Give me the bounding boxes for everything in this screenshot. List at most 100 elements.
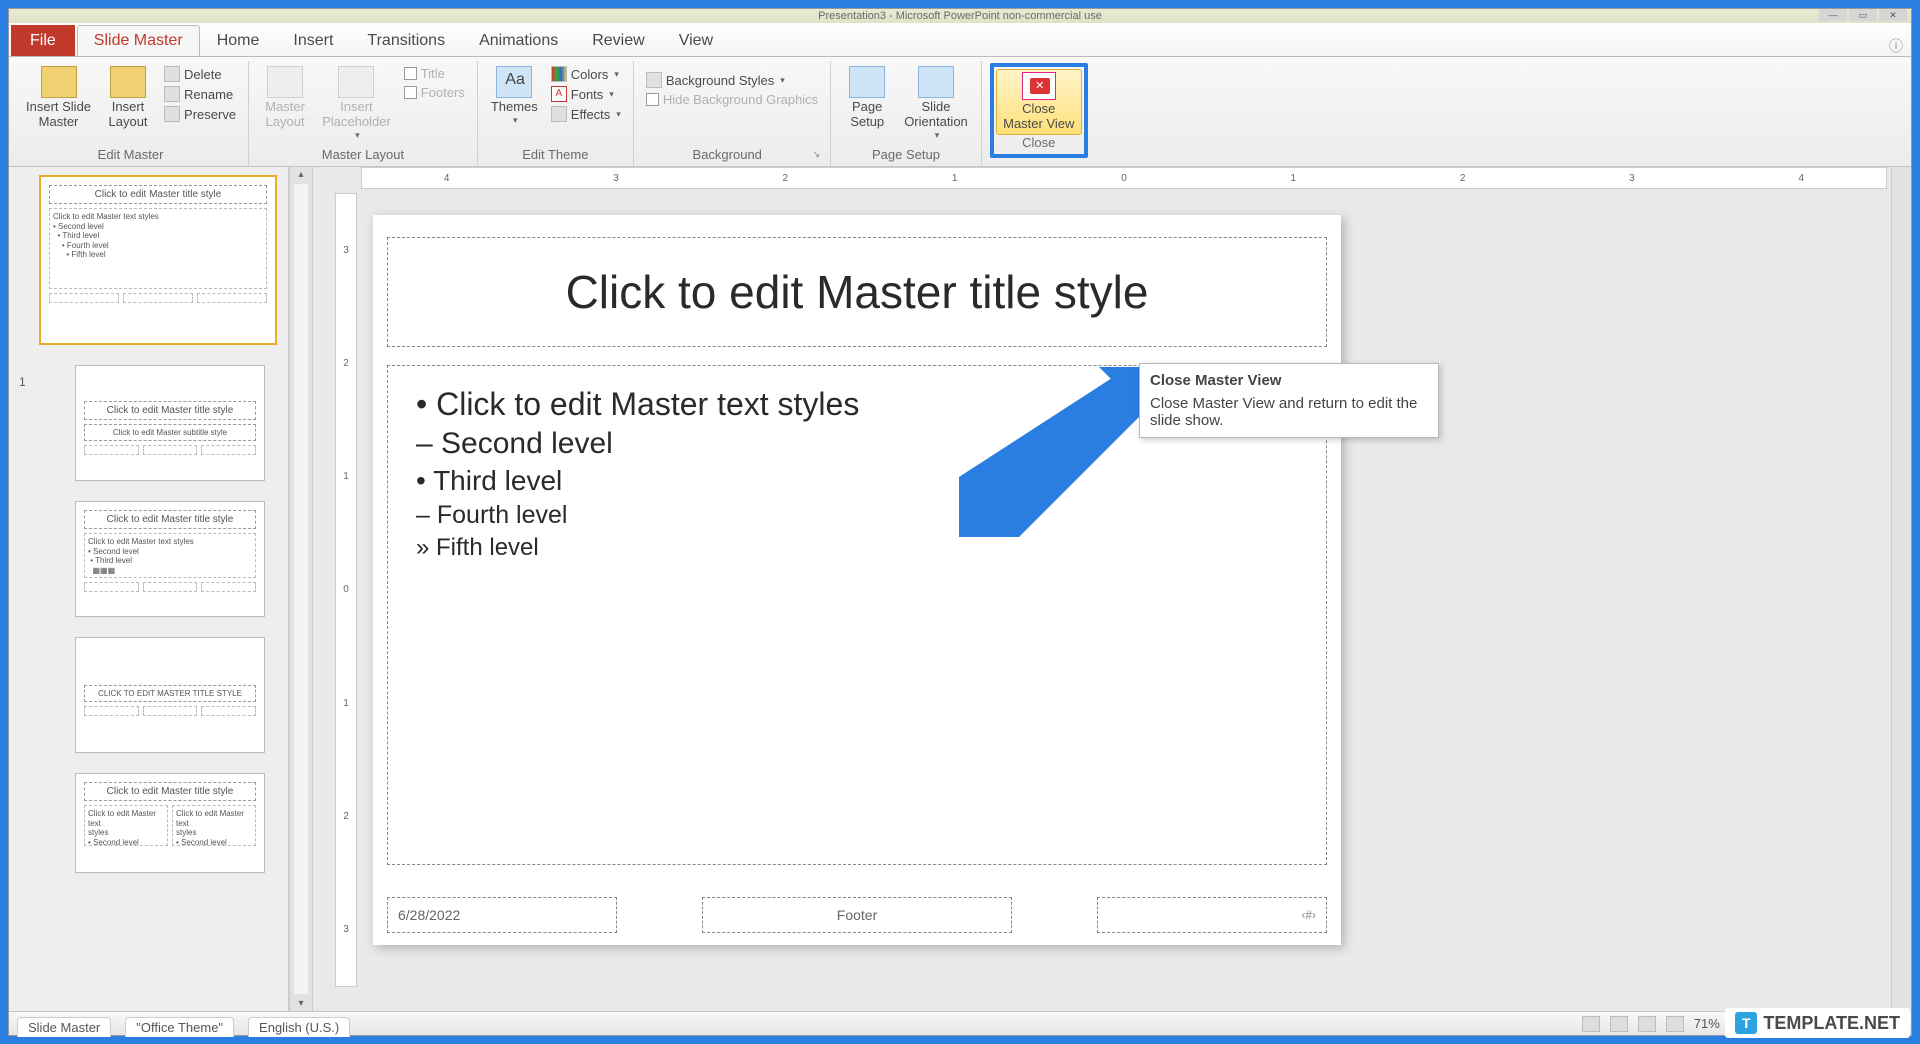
- hide-bg-label: Hide Background Graphics: [663, 92, 818, 107]
- thumb-layout-1-sub: Click to edit Master subtitle style: [84, 424, 256, 441]
- page-setup-button[interactable]: Page Setup: [839, 63, 895, 133]
- preserve-label: Preserve: [184, 107, 236, 122]
- insert-layout-label: Insert Layout: [109, 100, 148, 130]
- orientation-icon: [918, 66, 954, 98]
- ribbon: Insert Slide Master Insert Layout Delete…: [9, 57, 1911, 167]
- placeholder-icon: [338, 66, 374, 98]
- thumb-layout-2[interactable]: Click to edit Master title style Click t…: [75, 501, 265, 617]
- fonts-icon: A: [551, 86, 567, 102]
- tab-transitions[interactable]: Transitions: [350, 25, 462, 56]
- insert-placeholder-button: Insert Placeholder▾: [317, 63, 396, 143]
- reading-view-button[interactable]: [1638, 1016, 1656, 1032]
- title-checkbox: Title: [400, 65, 469, 82]
- themes-button[interactable]: Aa Themes▾: [486, 63, 543, 128]
- effects-icon: [551, 106, 567, 122]
- ruler-tick: 2: [1460, 173, 1466, 184]
- scroll-down-icon[interactable]: ▾: [296, 996, 305, 1011]
- group-close: Close Master View Close: [982, 61, 1096, 166]
- minimize-button[interactable]: —: [1819, 9, 1847, 21]
- colors-label: Colors: [571, 67, 609, 82]
- status-theme[interactable]: "Office Theme": [125, 1017, 234, 1037]
- thumb-layout-4-col1: Click to edit Master textstyles• Second …: [84, 805, 168, 846]
- sorter-view-button[interactable]: [1610, 1016, 1628, 1032]
- bullet-level-3: Third level: [416, 465, 1298, 497]
- background-styles-button[interactable]: Background Styles▾: [642, 71, 822, 89]
- powerpoint-window: Presentation3 - Microsoft PowerPoint non…: [8, 8, 1912, 1036]
- body-placeholder[interactable]: Click to edit Master text styles Second …: [387, 365, 1327, 865]
- tab-view[interactable]: View: [662, 25, 730, 56]
- group-label-page-setup: Page Setup: [839, 145, 973, 164]
- page-setup-label: Page Setup: [850, 100, 884, 130]
- watermark: T TEMPLATE.NET: [1725, 1008, 1910, 1038]
- close-master-view-button[interactable]: Close Master View: [996, 69, 1082, 135]
- thumb-master-body-text: Click to edit Master text styles: [53, 212, 159, 221]
- ruler-tick: 1: [1291, 173, 1297, 184]
- ruler-tick: 2: [343, 811, 349, 822]
- tab-home[interactable]: Home: [200, 25, 277, 56]
- thumbnail-scrollbar[interactable]: ▴ ▾: [289, 167, 313, 1011]
- maximize-button[interactable]: ▭: [1849, 9, 1877, 21]
- thumb-layout-4-col2: Click to edit Master textstyles• Second …: [172, 805, 256, 846]
- group-label-master-layout: Master Layout: [257, 145, 469, 164]
- horizontal-ruler[interactable]: 4 3 2 1 0 1 2 3 4: [361, 167, 1887, 189]
- title-placeholder[interactable]: Click to edit Master title style: [387, 237, 1327, 347]
- editor-scrollbar[interactable]: [1891, 167, 1911, 1011]
- ruler-tick: 1: [343, 698, 349, 709]
- footer-placeholder[interactable]: Footer: [702, 897, 1012, 933]
- rename-icon: [164, 86, 180, 102]
- status-language[interactable]: English (U.S.): [248, 1017, 350, 1037]
- slide-canvas[interactable]: Click to edit Master title style Click t…: [373, 215, 1341, 945]
- status-slide-master[interactable]: Slide Master: [17, 1017, 111, 1037]
- help-icon[interactable]: ⓘ: [1889, 36, 1903, 56]
- preserve-button[interactable]: Preserve: [160, 105, 240, 123]
- tab-animations[interactable]: Animations: [462, 25, 575, 56]
- titlebar: Presentation3 - Microsoft PowerPoint non…: [9, 9, 1911, 23]
- ruler-tick: 3: [343, 245, 349, 256]
- ruler-tick: 2: [783, 173, 789, 184]
- scroll-track[interactable]: [294, 184, 308, 994]
- delete-button[interactable]: Delete: [160, 65, 240, 83]
- insert-slide-master-button[interactable]: Insert Slide Master: [21, 63, 96, 133]
- slideshow-view-button[interactable]: [1666, 1016, 1684, 1032]
- bullet-level-4: Fourth level: [416, 501, 1298, 530]
- scroll-up-icon[interactable]: ▴: [296, 167, 305, 182]
- thumb-master[interactable]: Click to edit Master title style Click t…: [39, 175, 277, 345]
- thumb-layout-1[interactable]: Click to edit Master title style Click t…: [75, 365, 265, 481]
- close-master-view-label: Close Master View: [1003, 102, 1074, 132]
- close-window-button[interactable]: ✕: [1879, 9, 1907, 21]
- ruler-tick: 3: [343, 924, 349, 935]
- date-text: 6/28/2022: [398, 907, 460, 923]
- dialog-launcher-icon[interactable]: ↘: [813, 149, 823, 160]
- date-placeholder[interactable]: 6/28/2022: [387, 897, 617, 933]
- colors-button[interactable]: Colors▾: [547, 65, 625, 83]
- checkbox-icon: [404, 67, 417, 80]
- normal-view-button[interactable]: [1582, 1016, 1600, 1032]
- watermark-text: TEMPLATE.NET: [1763, 1013, 1900, 1034]
- tab-file[interactable]: File: [11, 25, 75, 56]
- close-highlight: Close Master View Close: [990, 63, 1088, 158]
- fonts-button[interactable]: AFonts▾: [547, 85, 625, 103]
- insert-layout-button[interactable]: Insert Layout: [100, 63, 156, 133]
- vertical-ruler[interactable]: 3 2 1 0 1 2 3: [335, 193, 357, 987]
- thumb-layout-4-title: Click to edit Master title style: [84, 782, 256, 801]
- thumb-layout-4[interactable]: Click to edit Master title style Click t…: [75, 773, 265, 873]
- slide-number-text: ‹#›: [1301, 908, 1316, 922]
- thumb-layout-2-body: Click to edit Master text styles• Second…: [84, 533, 256, 578]
- slide-number-placeholder[interactable]: ‹#›: [1097, 897, 1327, 933]
- slide-orientation-button[interactable]: Slide Orientation▾: [899, 63, 973, 143]
- ruler-tick: 1: [343, 471, 349, 482]
- thumb-master-title: Click to edit Master title style: [49, 185, 267, 204]
- rename-button[interactable]: Rename: [160, 85, 240, 103]
- tab-insert[interactable]: Insert: [276, 25, 350, 56]
- ruler-tick: 0: [1121, 173, 1127, 184]
- zoom-level[interactable]: 71%: [1694, 1016, 1720, 1031]
- tooltip-title: Close Master View: [1150, 372, 1428, 389]
- ribbon-tabs: File Slide Master Home Insert Transition…: [9, 23, 1911, 57]
- tab-review[interactable]: Review: [575, 25, 661, 56]
- thumb-layout-2-footers: [84, 582, 256, 592]
- effects-button[interactable]: Effects▾: [547, 105, 625, 123]
- thumb-layout-3[interactable]: CLICK TO EDIT MASTER TITLE STYLE: [75, 637, 265, 753]
- thumbnail-pane[interactable]: Click to edit Master title style Click t…: [9, 167, 289, 1011]
- group-label-background: Background: [642, 145, 813, 164]
- tab-slide-master[interactable]: Slide Master: [77, 25, 200, 56]
